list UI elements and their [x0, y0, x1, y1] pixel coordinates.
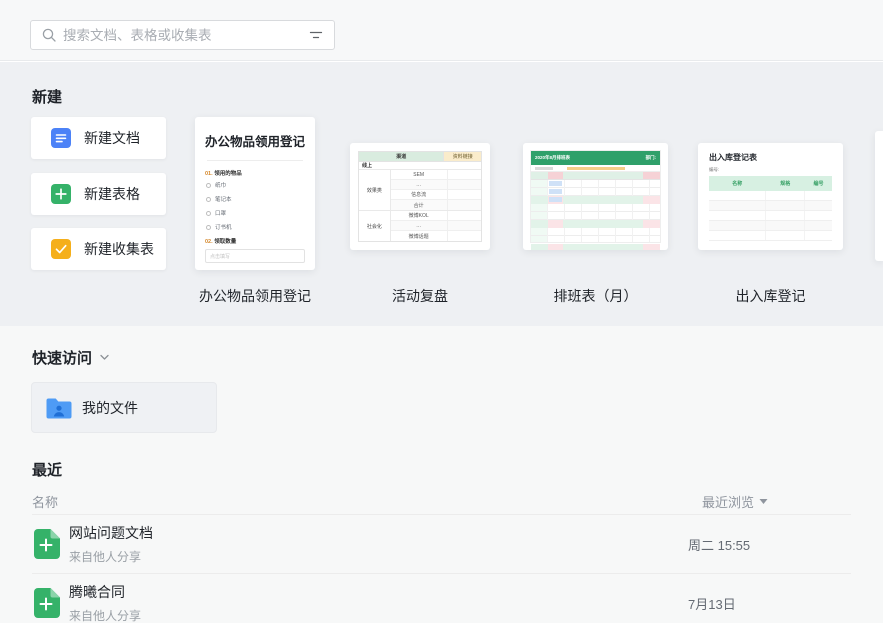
review-mini-table: 渠道 资料链接 线上 效果类 SEM … 信息流 合计 社会化 微	[358, 151, 482, 242]
doc-icon	[51, 128, 71, 148]
radio-icon	[206, 211, 211, 216]
recent-list-header: 名称 最近浏览	[32, 488, 851, 515]
warehouse-empty-row	[709, 211, 832, 221]
sort-triangle-icon	[759, 498, 768, 505]
template-label-schedule[interactable]: 排班表（月）	[523, 286, 668, 304]
search-icon	[41, 27, 57, 43]
schedule-grid	[531, 180, 660, 242]
radio-icon	[206, 197, 211, 202]
my-files-card[interactable]: 我的文件	[31, 382, 217, 433]
divider	[207, 160, 303, 161]
schedule-subheader	[531, 165, 660, 172]
template-card-office-form[interactable]: 办公物品领用登记 01. 领用的物品 纸巾 笔记本 口罩 订书机 02. 领取数…	[195, 117, 315, 270]
my-files-label: 我的文件	[82, 398, 138, 418]
file-title: 腾曦合同	[69, 582, 141, 602]
folder-icon	[45, 396, 73, 420]
office-form-q1: 01. 领用的物品	[205, 169, 305, 177]
radio-option: 笔记本	[206, 195, 305, 203]
warehouse-title: 出入库登记表	[709, 152, 832, 163]
sheet-plus-icon	[51, 184, 71, 204]
search-box[interactable]	[30, 20, 335, 50]
template-label-warehouse[interactable]: 出入库登记	[698, 286, 843, 304]
new-doc-button[interactable]: 新建文档	[31, 117, 166, 159]
template-card-partial[interactable]	[875, 131, 883, 261]
filter-icon[interactable]	[308, 27, 324, 43]
review-col-channel: 渠道	[359, 152, 444, 161]
sheet-file-icon	[34, 529, 60, 559]
create-section: 新建 新建文档 新建表格 新建收集表 办公物品领用登记 01. 领用的物品 纸巾…	[0, 62, 883, 326]
quick-access-heading[interactable]: 快速访问	[32, 347, 110, 368]
sort-label: 最近浏览	[702, 492, 754, 511]
form-check-icon	[51, 239, 71, 259]
chevron-down-icon	[99, 352, 110, 363]
template-card-schedule[interactable]: 2020年8月排班表 部门:	[523, 143, 668, 250]
warehouse-empty-row	[709, 221, 832, 231]
radio-option: 口罩	[206, 209, 305, 217]
file-subtitle: 来自他人分享	[69, 548, 153, 565]
review-col-link: 资料链接	[444, 152, 481, 161]
sheet-file-icon	[34, 588, 60, 618]
schedule-dept: 部门:	[646, 155, 657, 161]
template-card-warehouse[interactable]: 出入库登记表 编号: 名称 规格 编号	[698, 143, 843, 250]
template-label-review[interactable]: 活动复盘	[350, 286, 490, 304]
warehouse-header-row: 名称 规格 编号	[709, 176, 832, 191]
template-label-office-form[interactable]: 办公物品领用登记	[183, 286, 327, 304]
quick-access-label: 快速访问	[32, 347, 92, 368]
warehouse-code-label: 编号:	[709, 167, 832, 173]
new-form-button[interactable]: 新建收集表	[31, 228, 166, 270]
column-name-label: 名称	[32, 492, 58, 511]
office-form-q2: 02. 领取数量	[205, 237, 305, 245]
search-input[interactable]	[57, 28, 308, 43]
new-sheet-label: 新建表格	[84, 184, 140, 204]
template-card-review[interactable]: 渠道 资料链接 线上 效果类 SEM … 信息流 合计 社会化 微	[350, 143, 490, 250]
docs-home-page: 新建 新建文档 新建表格 新建收集表 办公物品领用登记 01. 领用的物品 纸巾…	[0, 0, 883, 623]
recent-file-row[interactable]: 网站问题文档 来自他人分享 周二 15:55	[32, 515, 851, 574]
review-group1: 效果类	[359, 170, 391, 210]
schedule-title: 2020年8月排班表	[535, 155, 570, 161]
recent-file-row[interactable]: 腾曦合同 来自他人分享 7月13日	[32, 574, 851, 623]
office-form-title: 办公物品领用登记	[205, 131, 305, 150]
schedule-column-header	[531, 172, 660, 180]
new-sheet-button[interactable]: 新建表格	[31, 173, 166, 215]
warehouse-empty-row	[709, 201, 832, 211]
radio-option: 订书机	[206, 223, 305, 231]
file-subtitle: 来自他人分享	[69, 607, 141, 623]
mini-input-preview: 点击填写	[205, 249, 305, 263]
new-doc-label: 新建文档	[84, 128, 140, 148]
warehouse-empty-row	[709, 231, 832, 241]
file-time: 周二 15:55	[688, 535, 750, 554]
create-heading: 新建	[32, 86, 62, 107]
radio-icon	[206, 225, 211, 230]
file-title: 网站问题文档	[69, 523, 153, 543]
sort-dropdown[interactable]: 最近浏览	[702, 492, 768, 511]
radio-option: 纸巾	[206, 181, 305, 189]
file-time: 7月13日	[688, 594, 736, 613]
bottom-section: 快速访问 我的文件 最近 名称 最近浏览	[0, 326, 883, 623]
top-bar	[0, 0, 883, 61]
warehouse-empty-row	[709, 191, 832, 201]
review-group2: 社会化	[359, 211, 391, 241]
radio-icon	[206, 183, 211, 188]
recent-heading: 最近	[32, 459, 62, 480]
schedule-mini-sheet: 2020年8月排班表 部门:	[530, 150, 661, 243]
review-row-online: 线上	[359, 162, 481, 170]
new-form-label: 新建收集表	[84, 239, 154, 259]
